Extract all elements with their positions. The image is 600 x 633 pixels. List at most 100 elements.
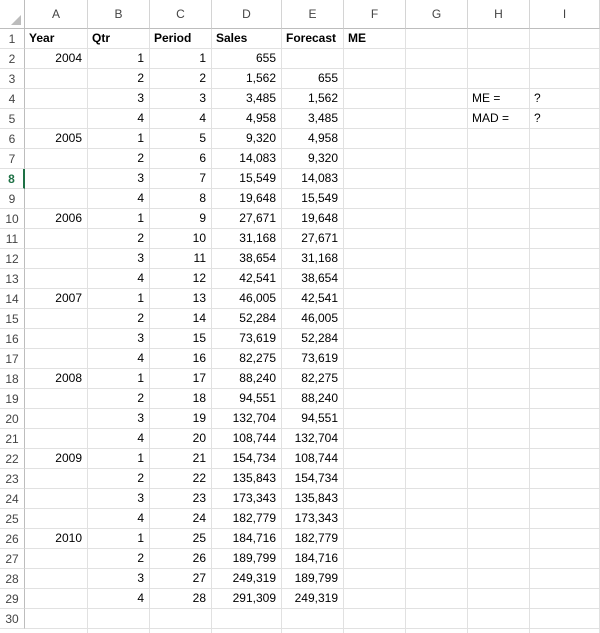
sales-cell[interactable]: 291,309 — [212, 589, 282, 609]
forecast-cell[interactable]: 3,485 — [282, 109, 344, 129]
period-cell[interactable]: 22 — [150, 469, 212, 489]
period-cell[interactable]: 26 — [150, 549, 212, 569]
forecast-cell[interactable]: 182,779 — [282, 529, 344, 549]
period-cell[interactable]: 27 — [150, 569, 212, 589]
period-cell[interactable]: 7 — [150, 169, 212, 189]
forecast-cell[interactable]: 9,320 — [282, 149, 344, 169]
qtr-cell[interactable]: 2 — [88, 69, 150, 89]
period-cell[interactable]: 21 — [150, 449, 212, 469]
header-cell-qtr[interactable]: Qtr — [88, 29, 150, 49]
year-cell[interactable]: 2005 — [25, 129, 88, 149]
row-header-2[interactable]: 2 — [0, 49, 25, 69]
sales-cell[interactable]: 154,734 — [212, 449, 282, 469]
row-header-6[interactable]: 6 — [0, 129, 25, 149]
qtr-cell[interactable]: 3 — [88, 569, 150, 589]
row-header-27[interactable]: 27 — [0, 549, 25, 569]
year-cell[interactable] — [25, 429, 88, 449]
year-cell[interactable] — [25, 409, 88, 429]
qtr-cell[interactable]: 1 — [88, 289, 150, 309]
row-header-26[interactable]: 26 — [0, 529, 25, 549]
column-header-e[interactable]: E — [282, 0, 344, 29]
sales-cell[interactable]: 4,958 — [212, 109, 282, 129]
row-header-14[interactable]: 14 — [0, 289, 25, 309]
forecast-cell[interactable]: 249,319 — [282, 589, 344, 609]
qtr-cell[interactable]: 2 — [88, 549, 150, 569]
metric-value-cell[interactable]: ? — [530, 109, 600, 129]
header-cell-period[interactable]: Period — [150, 29, 212, 49]
qtr-cell[interactable]: 1 — [88, 129, 150, 149]
period-cell[interactable]: 12 — [150, 269, 212, 289]
year-cell[interactable] — [25, 489, 88, 509]
year-cell[interactable] — [25, 89, 88, 109]
spreadsheet-grid[interactable]: ABCDEFGHI 1 2 3 4 5 6 7 8 9 10 11 12 13 14 15 16 17 18 19 2… — [0, 0, 600, 633]
forecast-cell[interactable]: 82,275 — [282, 369, 344, 389]
period-cell[interactable]: 18 — [150, 389, 212, 409]
row-header-18[interactable]: 18 — [0, 369, 25, 389]
row-header-9[interactable]: 9 — [0, 189, 25, 209]
row-header-28[interactable]: 28 — [0, 569, 25, 589]
sales-cell[interactable]: 31,168 — [212, 229, 282, 249]
select-all-corner[interactable] — [0, 0, 25, 29]
year-cell[interactable] — [25, 469, 88, 489]
period-cell[interactable]: 28 — [150, 589, 212, 609]
sales-cell[interactable]: 27,671 — [212, 209, 282, 229]
year-cell[interactable] — [25, 569, 88, 589]
qtr-cell[interactable]: 2 — [88, 149, 150, 169]
forecast-cell[interactable]: 4,958 — [282, 129, 344, 149]
sales-cell[interactable]: 15,549 — [212, 169, 282, 189]
period-cell[interactable]: 13 — [150, 289, 212, 309]
year-cell[interactable]: 2009 — [25, 449, 88, 469]
column-header-f[interactable]: F — [344, 0, 406, 29]
year-cell[interactable] — [25, 249, 88, 269]
forecast-cell[interactable]: 38,654 — [282, 269, 344, 289]
forecast-cell[interactable]: 19,648 — [282, 209, 344, 229]
period-cell[interactable]: 2 — [150, 69, 212, 89]
row-header-11[interactable]: 11 — [0, 229, 25, 249]
sales-cell[interactable]: 655 — [212, 49, 282, 69]
sales-cell[interactable]: 3,485 — [212, 89, 282, 109]
year-cell[interactable]: 2008 — [25, 369, 88, 389]
qtr-cell[interactable]: 3 — [88, 249, 150, 269]
row-header-15[interactable]: 15 — [0, 309, 25, 329]
row-header-20[interactable]: 20 — [0, 409, 25, 429]
period-cell[interactable]: 24 — [150, 509, 212, 529]
sales-cell[interactable]: 52,284 — [212, 309, 282, 329]
qtr-cell[interactable]: 3 — [88, 489, 150, 509]
sales-cell[interactable]: 14,083 — [212, 149, 282, 169]
period-cell[interactable]: 3 — [150, 89, 212, 109]
sales-cell[interactable]: 94,551 — [212, 389, 282, 409]
period-cell[interactable]: 6 — [150, 149, 212, 169]
header-cell-year[interactable]: Year — [25, 29, 88, 49]
row-header-10[interactable]: 10 — [0, 209, 25, 229]
forecast-cell[interactable]: 73,619 — [282, 349, 344, 369]
row-header-8[interactable]: 8 — [0, 169, 25, 189]
qtr-cell[interactable]: 4 — [88, 509, 150, 529]
column-header-i[interactable]: I — [530, 0, 600, 29]
metric-label-cell[interactable]: MAD = — [468, 109, 530, 129]
column-header-c[interactable]: C — [150, 0, 212, 29]
qtr-cell[interactable]: 4 — [88, 109, 150, 129]
row-header-1[interactable]: 1 — [0, 29, 25, 49]
year-cell[interactable]: 2006 — [25, 209, 88, 229]
sales-cell[interactable]: 108,744 — [212, 429, 282, 449]
period-cell[interactable]: 25 — [150, 529, 212, 549]
column-header-g[interactable]: G — [406, 0, 468, 29]
forecast-cell[interactable]: 154,734 — [282, 469, 344, 489]
forecast-cell[interactable]: 189,799 — [282, 569, 344, 589]
forecast-cell[interactable]: 1,562 — [282, 89, 344, 109]
forecast-cell[interactable]: 108,744 — [282, 449, 344, 469]
period-cell[interactable]: 4 — [150, 109, 212, 129]
sales-cell[interactable]: 189,799 — [212, 549, 282, 569]
qtr-cell[interactable]: 1 — [88, 49, 150, 69]
row-header-3[interactable]: 3 — [0, 69, 25, 89]
header-cell-me[interactable]: ME — [344, 29, 406, 49]
period-cell[interactable]: 10 — [150, 229, 212, 249]
year-cell[interactable] — [25, 589, 88, 609]
sales-cell[interactable]: 249,319 — [212, 569, 282, 589]
qtr-cell[interactable]: 2 — [88, 229, 150, 249]
row-header-12[interactable]: 12 — [0, 249, 25, 269]
year-cell[interactable] — [25, 309, 88, 329]
forecast-cell[interactable]: 14,083 — [282, 169, 344, 189]
column-header-a[interactable]: A — [25, 0, 88, 29]
forecast-cell[interactable]: 88,240 — [282, 389, 344, 409]
